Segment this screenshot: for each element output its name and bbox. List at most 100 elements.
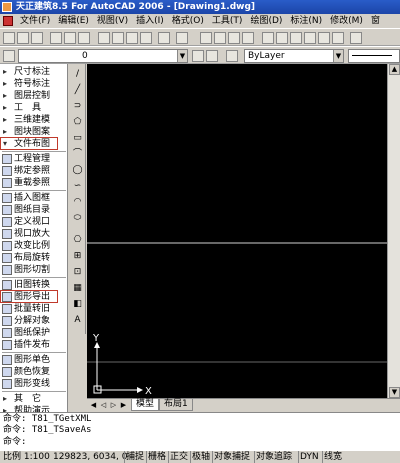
last-tab-icon[interactable]: ▶ (119, 400, 128, 410)
linetype-dropdown[interactable] (348, 49, 400, 63)
side-menu-item[interactable]: 图形变线 (0, 378, 67, 390)
print-icon[interactable] (50, 32, 62, 44)
side-menu-item[interactable]: 插件发布 (0, 339, 67, 351)
menu-dimension[interactable]: 标注(N) (286, 14, 326, 28)
menu-draw[interactable]: 绘图(D) (246, 14, 286, 28)
copy-icon[interactable] (112, 32, 124, 44)
circle-icon[interactable]: ◯ (71, 164, 84, 176)
next-tab-icon[interactable]: ▷ (109, 400, 118, 410)
side-menu-item[interactable]: 批量转旧 (0, 303, 67, 315)
construction-line-icon[interactable]: ╱ (71, 84, 84, 96)
side-menu-item[interactable]: 图纸目录 (0, 204, 67, 216)
menu-window[interactable]: 窗 (367, 14, 384, 28)
polyline-icon[interactable]: ⊃ (71, 100, 84, 112)
side-menu-item[interactable]: 工程管理 (0, 153, 67, 165)
scroll-up-icon[interactable]: ▲ (389, 64, 400, 75)
osnap-toggle[interactable]: 对象捕捉 (212, 451, 251, 463)
menu-edit[interactable]: 编辑(E) (54, 14, 93, 28)
lineweight-toggle[interactable]: 线宽 (322, 451, 343, 463)
publish-icon[interactable] (78, 32, 90, 44)
ortho-toggle[interactable]: 正交 (168, 451, 189, 463)
grid-toggle[interactable]: 栅格 (146, 451, 167, 463)
polygon-icon[interactable]: ⬠ (71, 116, 84, 128)
menu-view[interactable]: 视图(V) (93, 14, 132, 28)
tab-layout1[interactable]: 布局1 (159, 399, 193, 411)
app-icon[interactable] (2, 2, 12, 12)
print-preview-icon[interactable] (64, 32, 76, 44)
line-icon[interactable]: / (71, 68, 84, 80)
menu-tools[interactable]: 工具(T) (208, 14, 247, 28)
markup-icon[interactable] (318, 32, 330, 44)
prev-tab-icon[interactable]: ◁ (99, 400, 108, 410)
polar-toggle[interactable]: 极轴 (190, 451, 211, 463)
revision-cloud-icon[interactable]: ∽ (71, 180, 84, 192)
side-menu-item[interactable]: 绑定参照 (0, 165, 67, 177)
side-menu-item[interactable]: 视口放大 (0, 228, 67, 240)
pan-icon[interactable] (200, 32, 212, 44)
menu-format[interactable]: 格式(O) (168, 14, 208, 28)
zoom-realtime-icon[interactable] (214, 32, 226, 44)
text-icon[interactable]: A (71, 314, 84, 326)
zoom-previous-icon[interactable] (242, 32, 254, 44)
paste-icon[interactable] (126, 32, 138, 44)
region-icon[interactable]: ◧ (71, 298, 84, 310)
undo-icon[interactable] (158, 32, 170, 44)
menu-file[interactable]: 文件(F) (16, 14, 54, 28)
command-prompt[interactable]: 命令: (3, 437, 26, 448)
side-menu-item[interactable]: ▸ 帮助演示 (0, 405, 67, 412)
insert-block-icon[interactable]: ⎔ (71, 234, 84, 246)
scroll-down-icon[interactable]: ▼ (389, 387, 400, 398)
side-menu-item[interactable]: ▸ 其 它 (0, 393, 67, 405)
side-menu-item[interactable]: ▸ 三维建模 (0, 114, 67, 126)
side-menu-item[interactable]: 定义视口 (0, 216, 67, 228)
new-file-icon[interactable] (3, 32, 15, 44)
menu-modify[interactable]: 修改(M) (326, 14, 367, 28)
layer-dropdown[interactable]: 0 ▼ (18, 49, 188, 63)
side-menu-item[interactable]: 重载参照 (0, 177, 67, 189)
rectangle-icon[interactable]: ▭ (71, 132, 84, 144)
side-menu-item[interactable]: 插入图框 (0, 192, 67, 204)
side-menu-item[interactable]: 图纸保护 (0, 327, 67, 339)
chevron-down-icon[interactable]: ▼ (333, 50, 343, 62)
side-menu-item[interactable]: 布局旋转 (0, 252, 67, 264)
color-swatch-icon[interactable] (226, 50, 238, 62)
side-menu-item[interactable]: 图形切割 (0, 264, 67, 276)
otrack-toggle[interactable]: 对象追踪 (254, 451, 293, 463)
first-tab-icon[interactable]: ◀ (89, 400, 98, 410)
side-menu-item[interactable]: 分解对象 (0, 315, 67, 327)
sheet-set-icon[interactable] (304, 32, 316, 44)
drawing-area[interactable]: Y X (87, 64, 387, 398)
side-menu-item[interactable]: 图形单色 (0, 354, 67, 366)
ellipse-icon[interactable]: ⬭ (71, 212, 84, 224)
match-properties-icon[interactable] (140, 32, 152, 44)
spline-icon[interactable]: ◠ (71, 196, 84, 208)
layer-manager-icon[interactable] (3, 50, 15, 62)
dyn-toggle[interactable]: DYN (298, 451, 320, 463)
color-dropdown[interactable]: ByLayer ▼ (244, 49, 344, 63)
snap-toggle[interactable]: 捕捉 (124, 451, 145, 463)
zoom-window-icon[interactable] (228, 32, 240, 44)
chevron-down-icon[interactable]: ▼ (177, 50, 187, 62)
side-menu-item[interactable]: ▸ 尺寸标注 (0, 66, 67, 78)
side-menu-item[interactable]: ▸ 图层控制 (0, 90, 67, 102)
open-file-icon[interactable] (17, 32, 29, 44)
side-menu-item[interactable]: ▸ 符号标注 (0, 78, 67, 90)
design-center-icon[interactable] (276, 32, 288, 44)
make-block-icon[interactable]: ⊞ (71, 250, 84, 262)
properties-icon[interactable] (262, 32, 274, 44)
side-menu-item[interactable]: 改变比例 (0, 240, 67, 252)
arc-icon[interactable]: ⌒ (71, 148, 84, 160)
redo-icon[interactable] (176, 32, 188, 44)
hatch-icon[interactable]: ▦ (71, 282, 84, 294)
help-icon[interactable] (350, 32, 362, 44)
make-current-layer-icon[interactable] (192, 50, 204, 62)
tool-palettes-icon[interactable] (290, 32, 302, 44)
document-icon[interactable] (3, 16, 13, 26)
scale-indicator[interactable]: 比例 1:100 (2, 451, 51, 463)
side-menu-item[interactable]: ▸ 工 具 (0, 102, 67, 114)
cut-icon[interactable] (98, 32, 110, 44)
save-icon[interactable] (31, 32, 43, 44)
calculator-icon[interactable] (332, 32, 344, 44)
side-menu-item[interactable]: 颜色恢复 (0, 366, 67, 378)
point-icon[interactable]: ⊡ (71, 266, 84, 278)
